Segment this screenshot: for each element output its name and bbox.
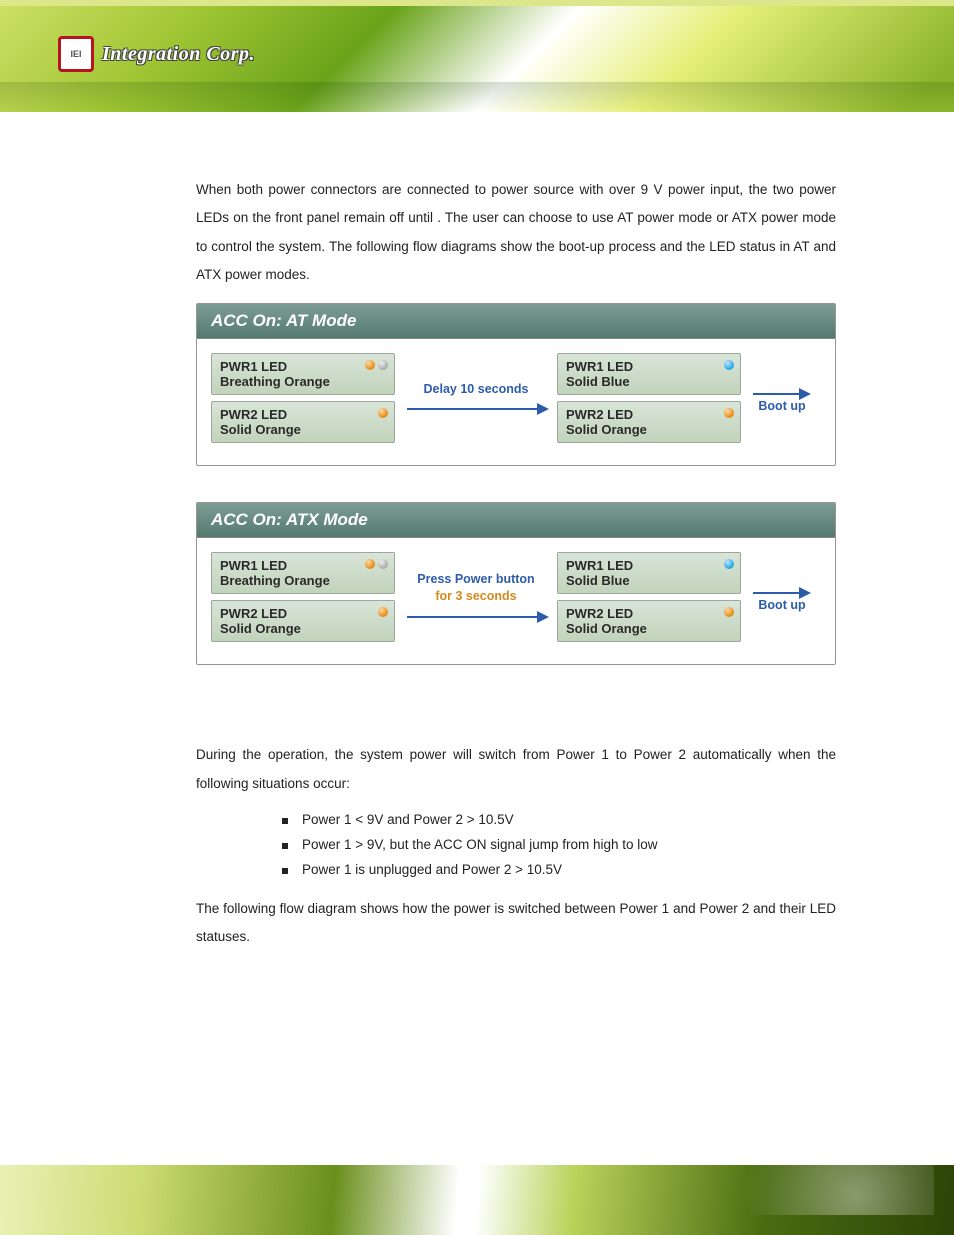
list-item: Power 1 is unplugged and Power 2 > 10.5V	[196, 862, 836, 877]
pwr1-state: Solid Blue	[566, 573, 716, 588]
led-indicator-icons	[378, 607, 388, 617]
led-dot-grey-icon	[378, 559, 388, 569]
led-box-pwr2-before: PWR2 LED Solid Orange	[211, 600, 395, 642]
diagram-atx-state-after: PWR1 LED Solid Blue PWR2 LED Solid Orang…	[557, 552, 741, 642]
diagram-atx-body: PWR1 LED Breathing Orange PWR2 LED Solid…	[197, 538, 835, 664]
led-box-pwr2-after: PWR2 LED Solid Orange	[557, 600, 741, 642]
pwr1-label: PWR1 LED	[566, 359, 716, 374]
pwr2-state: Solid Orange	[220, 422, 370, 437]
diagram-atx-result: Boot up	[747, 582, 817, 612]
diagram-atx-mode: ACC On: ATX Mode PWR1 LED Breathing Oran…	[196, 502, 836, 665]
led-box-pwr1-before: PWR1 LED Breathing Orange	[211, 552, 395, 594]
company-logo: IEI Integration Corp.	[58, 36, 255, 72]
list-item: Power 1 < 9V and Power 2 > 10.5V	[196, 812, 836, 827]
led-box-pwr1-after: PWR1 LED Solid Blue	[557, 552, 741, 594]
led-box-pwr2-before: PWR2 LED Solid Orange	[211, 401, 395, 443]
led-indicator-icons	[724, 408, 734, 418]
pwr2-state: Solid Orange	[566, 422, 716, 437]
pwr2-state: Solid Orange	[566, 621, 716, 636]
led-dot-orange-icon	[724, 408, 734, 418]
diagram-at-mode: ACC On: AT Mode PWR1 LED Breathing Orang…	[196, 303, 836, 466]
diagram-atx-state-before: PWR1 LED Breathing Orange PWR2 LED Solid…	[211, 552, 395, 642]
logo-mark-text: IEI	[70, 50, 81, 59]
document-page: IEI Integration Corp. When both power co…	[0, 0, 954, 1235]
led-dot-grey-icon	[378, 360, 388, 370]
led-dot-orange-icon	[378, 607, 388, 617]
led-dot-blue-icon	[724, 559, 734, 569]
diagram-at-title: ACC On: AT Mode	[197, 304, 835, 339]
transition-label: Press Power button for 3 seconds	[417, 571, 534, 606]
led-indicator-icons	[378, 408, 388, 418]
boot-up-label: Boot up	[758, 598, 805, 612]
led-indicator-icons	[724, 559, 734, 569]
transition-line1: Press Power button	[417, 572, 534, 586]
pwr1-label: PWR1 LED	[220, 359, 370, 374]
intro-paragraph: When both power connectors are connected…	[196, 176, 836, 289]
logo-mark-icon: IEI	[58, 36, 94, 72]
arrow-right-icon	[751, 586, 813, 600]
led-dot-orange-icon	[378, 408, 388, 418]
diagram-at-result: Boot up	[747, 383, 817, 413]
transition-label: Delay 10 seconds	[424, 381, 529, 399]
arrow-right-icon	[751, 387, 813, 401]
led-dot-orange-icon	[724, 607, 734, 617]
transition-line2: for 3 seconds	[435, 589, 516, 603]
pwr1-label: PWR1 LED	[566, 558, 716, 573]
led-dot-blue-icon	[724, 360, 734, 370]
pwr2-state: Solid Orange	[220, 621, 370, 636]
pwr1-state: Solid Blue	[566, 374, 716, 389]
boot-up-label: Boot up	[758, 399, 805, 413]
diagram-atx-transition: Press Power button for 3 seconds	[401, 571, 551, 624]
led-box-pwr2-after: PWR2 LED Solid Orange	[557, 401, 741, 443]
list-item: Power 1 > 9V, but the ACC ON signal jump…	[196, 837, 836, 852]
led-indicator-icons	[365, 360, 388, 370]
diagram-at-transition: Delay 10 seconds	[401, 381, 551, 417]
page-content: When both power connectors are connected…	[196, 176, 836, 966]
pwr2-label: PWR2 LED	[220, 407, 370, 422]
pwr1-state: Breathing Orange	[220, 573, 370, 588]
pwr2-label: PWR2 LED	[220, 606, 370, 621]
switch-intro-paragraph: During the operation, the system power w…	[196, 741, 836, 798]
pwr1-label: PWR1 LED	[220, 558, 370, 573]
led-indicator-icons	[724, 360, 734, 370]
pwr2-label: PWR2 LED	[566, 606, 716, 621]
page-header-banner: IEI Integration Corp.	[0, 0, 954, 112]
diagram-at-state-after: PWR1 LED Solid Blue PWR2 LED Solid Orang…	[557, 353, 741, 443]
led-box-pwr1-before: PWR1 LED Breathing Orange	[211, 353, 395, 395]
pwr2-label: PWR2 LED	[566, 407, 716, 422]
switch-conditions-list: Power 1 < 9V and Power 2 > 10.5V Power 1…	[196, 812, 836, 877]
page-footer-banner	[0, 1165, 954, 1235]
led-dot-orange-icon	[365, 360, 375, 370]
logo-text: Integration Corp.	[102, 43, 255, 66]
diagram-atx-title: ACC On: ATX Mode	[197, 503, 835, 538]
led-dot-orange-icon	[365, 559, 375, 569]
led-box-pwr1-after: PWR1 LED Solid Blue	[557, 353, 741, 395]
led-indicator-icons	[724, 607, 734, 617]
pwr1-state: Breathing Orange	[220, 374, 370, 389]
arrow-right-icon	[401, 610, 551, 624]
switch-outro-paragraph: The following flow diagram shows how the…	[196, 895, 836, 952]
led-indicator-icons	[365, 559, 388, 569]
arrow-right-icon	[401, 402, 551, 416]
diagram-at-state-before: PWR1 LED Breathing Orange PWR2 LED Solid…	[211, 353, 395, 443]
diagram-at-body: PWR1 LED Breathing Orange PWR2 LED Solid…	[197, 339, 835, 465]
